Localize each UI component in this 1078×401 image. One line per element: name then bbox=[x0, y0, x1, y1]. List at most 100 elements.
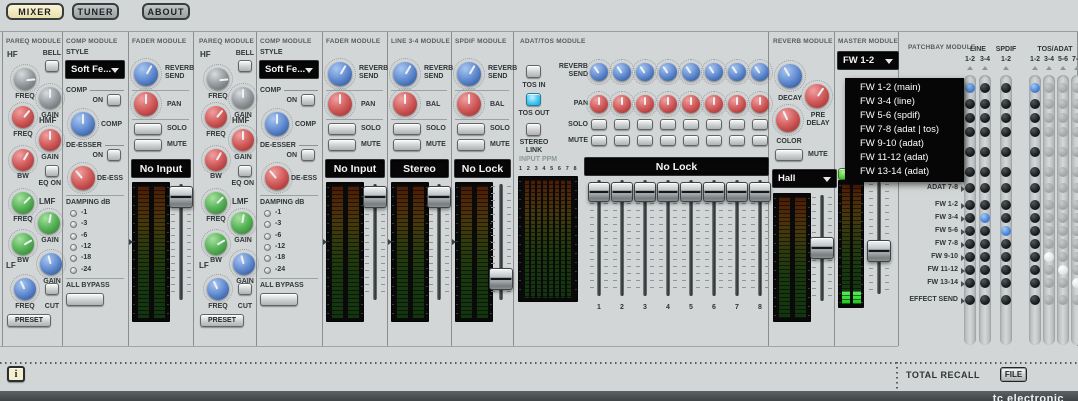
master-output-dropdown[interactable]: FW 1-2 bbox=[838, 52, 898, 69]
fw-menu-item-7[interactable]: FW 13-14 (adat) bbox=[845, 165, 964, 179]
adat-solo-button-8[interactable] bbox=[752, 119, 768, 130]
adat-pan-knob-1[interactable] bbox=[590, 95, 608, 113]
damping-radio--6[interactable] bbox=[264, 233, 271, 240]
adat-fader-7-handle[interactable] bbox=[726, 182, 748, 202]
master-fader-handle[interactable] bbox=[867, 240, 891, 262]
patchbay-dot-black[interactable] bbox=[980, 200, 990, 210]
patchbay-dot-black[interactable] bbox=[1030, 183, 1040, 193]
patchbay-dot-black[interactable] bbox=[965, 295, 975, 305]
adat-solo-button-4[interactable] bbox=[660, 119, 676, 130]
patchbay-dot-black[interactable] bbox=[1030, 99, 1040, 109]
patchbay-dot-gray[interactable] bbox=[1058, 278, 1068, 288]
patchbay-dot-black[interactable] bbox=[1001, 83, 1011, 93]
patchbay-dot-white[interactable] bbox=[1044, 252, 1054, 262]
adat-solo-button-6[interactable] bbox=[706, 119, 722, 130]
lmf-bw-knob[interactable] bbox=[205, 233, 227, 255]
damping-radio--12[interactable] bbox=[264, 244, 271, 251]
hmf-gain-knob[interactable] bbox=[39, 129, 61, 151]
patchbay-dot-black[interactable] bbox=[965, 278, 975, 288]
deesser-on-button[interactable] bbox=[107, 149, 121, 161]
patchbay-dot-gray[interactable] bbox=[1044, 295, 1054, 305]
solo-button[interactable] bbox=[328, 123, 356, 135]
patchbay-dot-black[interactable] bbox=[1030, 252, 1040, 262]
lf-freq-knob[interactable] bbox=[14, 278, 36, 300]
patchbay-dot-black[interactable] bbox=[1030, 265, 1040, 275]
hf-bell-button[interactable] bbox=[45, 60, 59, 72]
adat-solo-button-2[interactable] bbox=[614, 119, 630, 130]
patchbay-dot-gray[interactable] bbox=[1058, 127, 1068, 137]
patchbay-dot-black[interactable] bbox=[1001, 183, 1011, 193]
hmf-bw-knob[interactable] bbox=[12, 149, 34, 171]
patchbay-dot-white[interactable] bbox=[1058, 265, 1068, 275]
adat-reverb-send-knob-2[interactable] bbox=[613, 63, 631, 81]
deess-knob[interactable] bbox=[71, 166, 95, 190]
lf-cut-button[interactable] bbox=[238, 283, 252, 295]
adat-fader-6-handle[interactable] bbox=[703, 182, 725, 202]
patchbay-dot-gray[interactable] bbox=[1044, 99, 1054, 109]
patchbay-dot-gray[interactable] bbox=[1058, 183, 1068, 193]
reverb-send-knob[interactable] bbox=[393, 62, 417, 86]
adat-fader-3-handle[interactable] bbox=[634, 182, 656, 202]
decay-knob[interactable] bbox=[778, 64, 802, 88]
adat-fader-5-handle[interactable] bbox=[680, 182, 702, 202]
patchbay-dot-black[interactable] bbox=[1030, 147, 1040, 157]
adat-pan-knob-4[interactable] bbox=[659, 95, 677, 113]
patchbay-dot-black[interactable] bbox=[965, 200, 975, 210]
patchbay-dot-gray[interactable] bbox=[1058, 239, 1068, 249]
deess-knob[interactable] bbox=[265, 166, 289, 190]
patchbay-dot-black[interactable] bbox=[1001, 252, 1011, 262]
reverb-mute-button[interactable] bbox=[775, 149, 803, 161]
all-bypass-button[interactable] bbox=[66, 293, 104, 306]
patchbay-dot-black[interactable] bbox=[965, 183, 975, 193]
adat-pan-knob-2[interactable] bbox=[613, 95, 631, 113]
patchbay-dot-gray[interactable] bbox=[1044, 127, 1054, 137]
hf-gain-knob[interactable] bbox=[232, 87, 254, 109]
stereo-link-button[interactable] bbox=[526, 123, 541, 136]
patchbay-dot-black[interactable] bbox=[1030, 213, 1040, 223]
patchbay-dot-black[interactable] bbox=[965, 239, 975, 249]
patchbay-dot-black[interactable] bbox=[965, 213, 975, 223]
adat-mute-button-5[interactable] bbox=[683, 135, 699, 146]
patchbay-dot-gray[interactable] bbox=[1072, 147, 1078, 157]
patchbay-dot-gray[interactable] bbox=[1044, 183, 1054, 193]
hmf-freq-knob[interactable] bbox=[12, 106, 34, 128]
damping-radio--24[interactable] bbox=[264, 267, 271, 274]
patchbay-dot-black[interactable] bbox=[1001, 167, 1011, 177]
patchbay-dot-black[interactable] bbox=[980, 147, 990, 157]
adat-pan-knob-8[interactable] bbox=[751, 95, 769, 113]
lf-cut-button[interactable] bbox=[45, 283, 59, 295]
fw-menu-item-3[interactable]: FW 5-6 (spdif) bbox=[845, 109, 964, 123]
adat-solo-button-3[interactable] bbox=[637, 119, 653, 130]
adat-reverb-send-knob-6[interactable] bbox=[705, 63, 723, 81]
patchbay-dot-black[interactable] bbox=[1001, 200, 1011, 210]
patchbay-dot-black[interactable] bbox=[980, 239, 990, 249]
patchbay-dot-gray[interactable] bbox=[1072, 213, 1078, 223]
adat-pan-knob-7[interactable] bbox=[728, 95, 746, 113]
all-bypass-button[interactable] bbox=[260, 293, 298, 306]
patchbay-dot-gray[interactable] bbox=[1058, 252, 1068, 262]
damping-radio--1[interactable] bbox=[264, 210, 271, 217]
damping-radio--6[interactable] bbox=[70, 233, 77, 240]
patchbay-dot-black[interactable] bbox=[980, 113, 990, 123]
patchbay-dot-gray[interactable] bbox=[1044, 239, 1054, 249]
patchbay-dot-black[interactable] bbox=[1001, 127, 1011, 137]
patchbay-dot-gray[interactable] bbox=[1058, 295, 1068, 305]
adat-reverb-send-knob-8[interactable] bbox=[751, 63, 769, 81]
comp-style-dropdown[interactable]: Soft Fe... bbox=[260, 61, 318, 78]
comp-knob[interactable] bbox=[265, 112, 289, 136]
adat-reverb-send-knob-1[interactable] bbox=[590, 63, 608, 81]
patchbay-dot-gray[interactable] bbox=[1058, 83, 1068, 93]
patchbay-dot-gray[interactable] bbox=[1072, 200, 1078, 210]
tos-out-button[interactable] bbox=[526, 93, 541, 106]
patchbay-dot-blue[interactable] bbox=[1030, 83, 1040, 93]
mute-button[interactable] bbox=[457, 139, 485, 151]
hmf-freq-knob[interactable] bbox=[205, 106, 227, 128]
patchbay-dot-gray[interactable] bbox=[1072, 295, 1078, 305]
preset-button[interactable]: PRESET bbox=[7, 314, 51, 327]
patchbay-dot-gray[interactable] bbox=[1044, 147, 1054, 157]
patchbay-dot-gray[interactable] bbox=[1044, 83, 1054, 93]
patchbay-dot-black[interactable] bbox=[1030, 295, 1040, 305]
fw-menu-item-2[interactable]: FW 3-4 (line) bbox=[845, 95, 964, 109]
adat-mute-button-7[interactable] bbox=[729, 135, 745, 146]
hmf-gain-knob[interactable] bbox=[232, 129, 254, 151]
